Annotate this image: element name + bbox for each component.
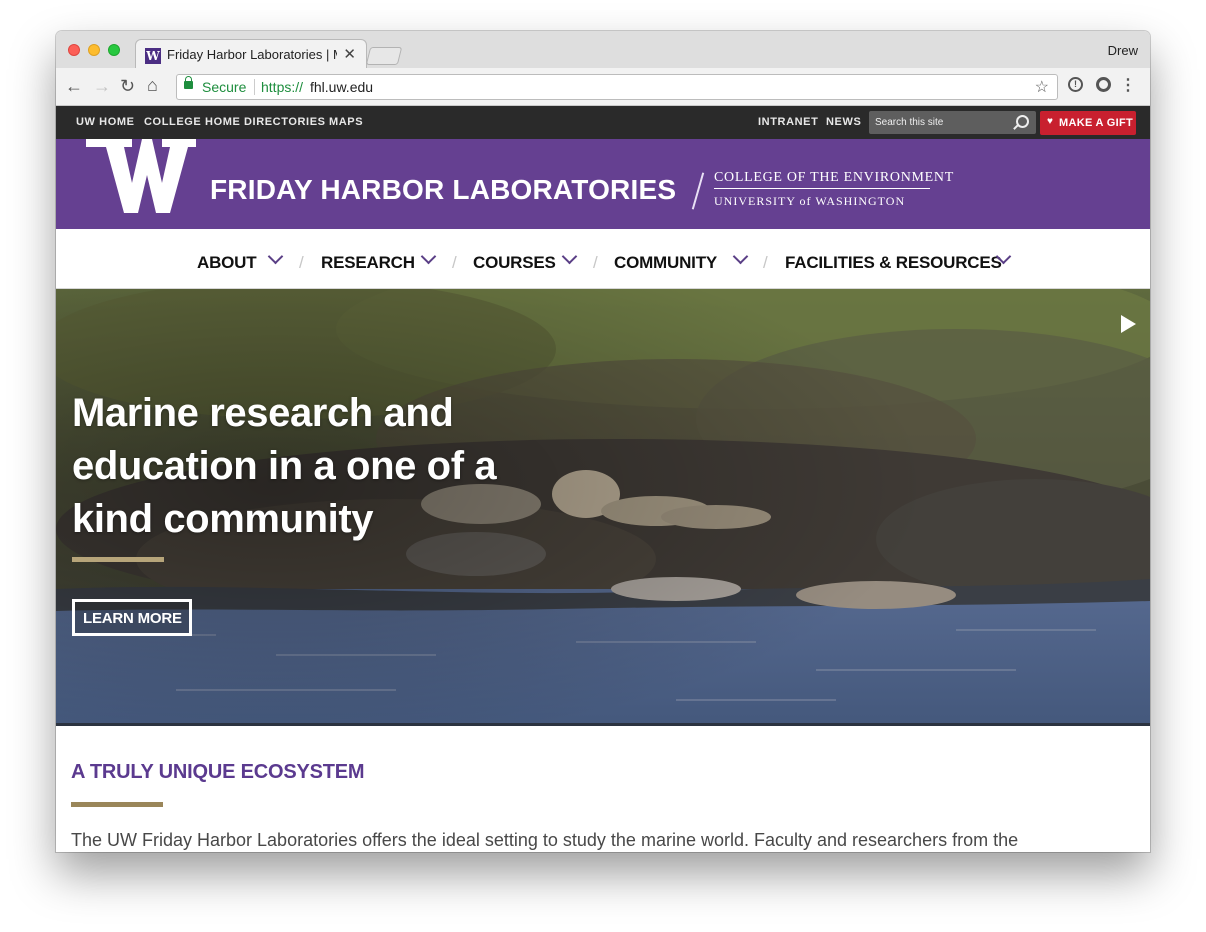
- hero-line-1: Marine research and: [72, 391, 454, 435]
- intro-paragraph: The UW Friday Harbor Laboratories offers…: [71, 830, 1019, 850]
- site-title[interactable]: FRIDAY HARBOR LABORATORIES: [210, 174, 676, 206]
- browser-tab-active[interactable]: W Friday Harbor Laboratories | M ✕: [135, 39, 367, 69]
- learn-more-label: LEARN MORE: [83, 610, 182, 627]
- extension-icon[interactable]: [1096, 77, 1111, 92]
- url-scheme: https://: [261, 79, 304, 95]
- university-name[interactable]: UNIVERSITY of WASHINGTON: [714, 194, 905, 209]
- gift-label: MAKE A GIFT: [1059, 117, 1133, 129]
- site-search-input[interactable]: Search this site: [869, 111, 1036, 134]
- nav-separator: /: [593, 253, 598, 272]
- nav-community[interactable]: COMMUNITY: [614, 253, 717, 273]
- title-bar: W Friday Harbor Laboratories | M ✕ Drew: [56, 31, 1150, 69]
- nav-separator: /: [763, 253, 768, 272]
- chevron-down-icon[interactable]: [420, 248, 437, 265]
- security-label: Secure: [202, 79, 247, 95]
- web-page: UW HOME COLLEGE HOME DIRECTORIES MAPS IN…: [56, 106, 1150, 852]
- home-icon[interactable]: ⌂: [147, 75, 158, 95]
- main-navigation: ABOUT / RESEARCH / COURSES / COMMUNITY /…: [56, 229, 1150, 289]
- browser-toolbar: ← → ↻ ⌂ Secure https:// fhl.uw.edu ☆ ! ⋮: [56, 68, 1150, 106]
- intranet-link[interactable]: INTRANET: [758, 116, 818, 128]
- menu-icon[interactable]: ⋮: [1120, 75, 1136, 95]
- heart-icon: ♥: [1047, 116, 1053, 127]
- address-bar[interactable]: Secure https:// fhl.uw.edu ☆: [176, 74, 1058, 100]
- hero-accent-rule: [72, 557, 164, 562]
- minimize-window-button[interactable]: [88, 44, 100, 56]
- chevron-down-icon[interactable]: [561, 248, 578, 265]
- back-icon[interactable]: ←: [65, 76, 83, 96]
- maps-link[interactable]: MAPS: [329, 116, 363, 128]
- college-name[interactable]: COLLEGE OF THE ENVIRONMENT: [714, 170, 954, 186]
- new-tab-button[interactable]: [365, 47, 403, 65]
- nav-separator: /: [452, 253, 457, 272]
- reload-icon[interactable]: ↻: [120, 76, 135, 96]
- forward-icon[interactable]: →: [93, 76, 111, 96]
- hero-line-3: kind community: [72, 497, 374, 541]
- browser-window: W Friday Harbor Laboratories | M ✕ Drew …: [56, 31, 1150, 852]
- directories-link[interactable]: DIRECTORIES: [244, 116, 326, 128]
- lock-icon: [184, 76, 193, 89]
- news-link[interactable]: NEWS: [826, 116, 861, 128]
- profile-name[interactable]: Drew: [1108, 43, 1138, 58]
- hero-video: Marine research and education in a one o…: [56, 289, 1150, 726]
- section-title: A TRULY UNIQUE ECOSYSTEM: [71, 761, 365, 783]
- hero-line-2: education in a one of a: [72, 444, 497, 488]
- chevron-down-icon[interactable]: [732, 248, 749, 265]
- section-accent-rule: [71, 802, 163, 807]
- play-icon[interactable]: [1121, 315, 1136, 333]
- utility-bar: UW HOME COLLEGE HOME DIRECTORIES MAPS IN…: [56, 106, 1150, 139]
- make-a-gift-button[interactable]: ♥ MAKE A GIFT: [1040, 111, 1136, 135]
- tab-title: Friday Harbor Laboratories | M: [167, 47, 337, 62]
- hero-headline: Marine research and education in a one o…: [72, 387, 572, 546]
- uw-logo-icon[interactable]: [86, 139, 196, 239]
- nav-about[interactable]: ABOUT: [197, 253, 257, 273]
- nav-separator: /: [299, 253, 304, 272]
- chevron-down-icon[interactable]: [267, 248, 284, 265]
- brand-divider: [691, 172, 705, 210]
- extension-icon[interactable]: !: [1068, 77, 1083, 92]
- nav-research[interactable]: RESEARCH: [321, 253, 415, 273]
- nav-courses[interactable]: COURSES: [473, 253, 556, 273]
- url-host: fhl.uw.edu: [310, 79, 374, 95]
- learn-more-button[interactable]: LEARN MORE: [72, 599, 192, 636]
- uw-home-link[interactable]: UW HOME: [76, 116, 135, 128]
- brand-bar: FRIDAY HARBOR LABORATORIES COLLEGE OF TH…: [56, 139, 1150, 229]
- search-icon[interactable]: [1016, 115, 1029, 128]
- uw-favicon-icon: W: [145, 48, 161, 64]
- college-rule: [714, 188, 930, 189]
- close-window-button[interactable]: [68, 44, 80, 56]
- star-icon[interactable]: ☆: [1035, 77, 1049, 97]
- college-home-link[interactable]: COLLEGE HOME: [144, 116, 240, 128]
- search-placeholder: Search this site: [875, 117, 944, 128]
- tab-close-icon[interactable]: ✕: [343, 45, 356, 63]
- address-divider: [254, 79, 255, 95]
- maximize-window-button[interactable]: [108, 44, 120, 56]
- nav-facilities-resources[interactable]: FACILITIES & RESOURCES: [785, 253, 1002, 273]
